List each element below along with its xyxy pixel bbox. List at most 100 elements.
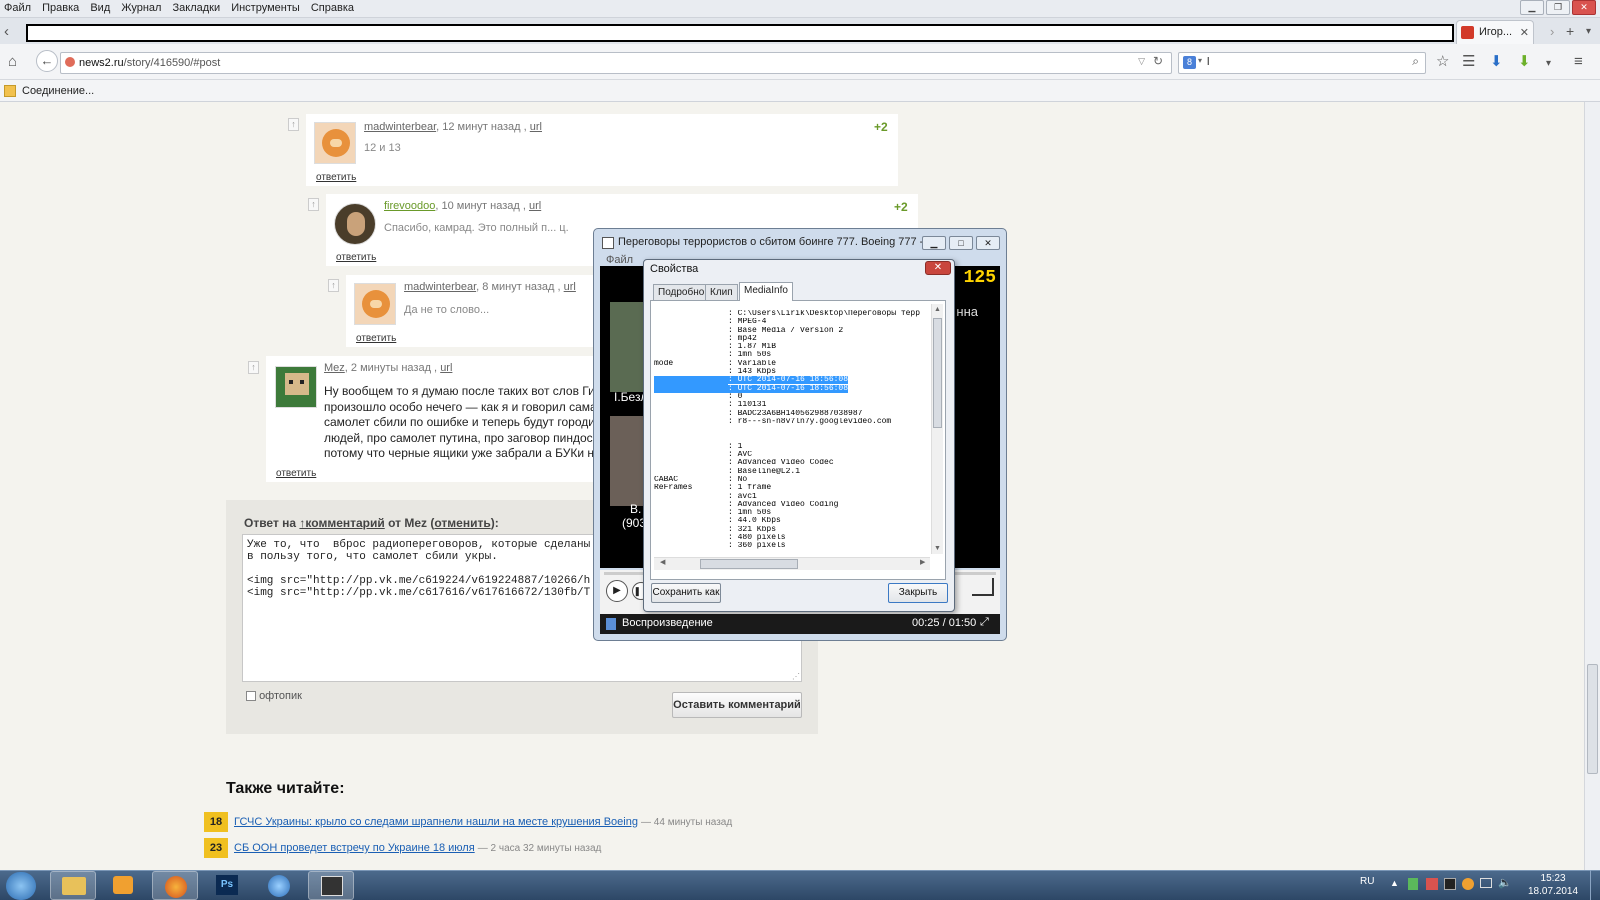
mediainfo-vscroll-thumb[interactable] bbox=[933, 318, 942, 428]
parent-comment-link[interactable]: ↑комментарий bbox=[299, 516, 384, 530]
search-input[interactable]: l bbox=[1207, 56, 1209, 68]
mediainfo-row[interactable]: : 480 pixels bbox=[654, 534, 930, 542]
mediainfo-row[interactable]: : UTC 2014-07-16 18:56:08 bbox=[654, 376, 930, 385]
addon-dropdown-icon[interactable]: ▾ bbox=[1546, 54, 1551, 74]
tab-clip[interactable]: Клип bbox=[705, 284, 738, 301]
comment-author[interactable]: madwinterbear bbox=[364, 121, 436, 133]
tab-details[interactable]: Подробно bbox=[653, 284, 710, 301]
bookmark-star-icon[interactable]: ☆ bbox=[1436, 52, 1449, 72]
downloads-icon[interactable]: ⬇ bbox=[1490, 52, 1503, 72]
mediainfo-row[interactable]: mode: Variable bbox=[654, 360, 930, 368]
taskbar-explorer[interactable] bbox=[50, 871, 96, 900]
taskbar-video-player[interactable] bbox=[308, 871, 354, 900]
parent-comment-arrow-icon[interactable]: ↑ bbox=[288, 118, 299, 131]
tray-app-icon[interactable] bbox=[1426, 878, 1438, 890]
mediainfo-row[interactable]: : 0 bbox=[654, 393, 930, 401]
mediainfo-hscroll-thumb[interactable] bbox=[700, 559, 798, 569]
parent-comment-arrow-icon[interactable]: ↑ bbox=[328, 279, 339, 292]
mediainfo-list[interactable]: : C:\Users\Lirik\Desktop\Переговоры терр… bbox=[654, 310, 930, 554]
search-engine-icon[interactable]: 8 bbox=[1183, 56, 1196, 69]
also-read-link[interactable]: СБ ООН проведет встречу по Украине 18 ию… bbox=[234, 842, 475, 854]
restore-button[interactable]: ❐ bbox=[1546, 0, 1570, 15]
save-as-button[interactable]: Сохранить как bbox=[651, 583, 721, 603]
mediainfo-row[interactable] bbox=[654, 426, 930, 434]
player-close-button[interactable]: ✕ bbox=[976, 236, 1000, 250]
back-icon[interactable]: ← bbox=[36, 50, 58, 72]
mediainfo-row[interactable]: CABAC: No bbox=[654, 476, 930, 484]
comment-url-link[interactable]: url bbox=[530, 121, 542, 133]
mediainfo-row[interactable]: ReFrames: 1 frame bbox=[654, 484, 930, 492]
taskbar-photoshop[interactable]: Ps bbox=[204, 871, 250, 900]
addon-icon[interactable]: ⬇ bbox=[1518, 52, 1531, 72]
cancel-reply-link[interactable]: отменить bbox=[434, 516, 490, 530]
bookmark-item[interactable]: Соединение... bbox=[22, 85, 94, 97]
fullscreen-icon[interactable]: ⤢ bbox=[980, 616, 989, 629]
mediainfo-row[interactable]: : 1mn 50s bbox=[654, 509, 930, 517]
close-dialog-button[interactable]: Закрыть bbox=[888, 583, 948, 603]
menu-bookmarks[interactable]: Закладки bbox=[169, 0, 225, 16]
mediainfo-row[interactable]: : 1.87 MiB bbox=[654, 343, 930, 351]
taskbar-network[interactable] bbox=[256, 871, 302, 900]
play-button[interactable]: ▶ bbox=[606, 580, 628, 602]
tab-mediainfo[interactable]: MediaInfo bbox=[739, 282, 793, 301]
mediainfo-row[interactable]: : 321 Kbps bbox=[654, 526, 930, 534]
menu-help[interactable]: Справка bbox=[307, 0, 358, 16]
tray-app-icon[interactable] bbox=[1408, 878, 1418, 890]
mediainfo-row[interactable]: : Advanced Video Codec bbox=[654, 459, 930, 467]
tray-app-icon[interactable] bbox=[1462, 878, 1474, 890]
mediainfo-row[interactable]: : MPEG-4 bbox=[654, 318, 930, 326]
comment-author[interactable]: Mez bbox=[324, 362, 345, 374]
url-dropdown-icon[interactable]: ▽ bbox=[1138, 56, 1145, 67]
tab-scroll-left-icon[interactable]: ‹ bbox=[4, 22, 9, 42]
dialog-close-button[interactable]: ✕ bbox=[925, 261, 951, 275]
taskbar-media[interactable] bbox=[100, 871, 146, 900]
volume-icon[interactable] bbox=[972, 578, 994, 596]
network-icon[interactable] bbox=[1480, 878, 1492, 888]
mediainfo-row[interactable]: : BADC23A6BH1405629887038987 bbox=[654, 410, 930, 418]
taskbar-firefox[interactable] bbox=[152, 871, 198, 900]
clock[interactable]: 15:23 18.07.2014 bbox=[1528, 872, 1578, 898]
resize-handle-icon[interactable]: ⋰ bbox=[792, 672, 800, 681]
tab-list-icon[interactable]: ▾ bbox=[1586, 22, 1591, 42]
submit-comment-button[interactable]: Оставить комментарий bbox=[672, 692, 802, 718]
mediainfo-row[interactable]: : 360 pixels bbox=[654, 542, 930, 550]
search-engine-dropdown-icon[interactable]: ▾ bbox=[1198, 56, 1202, 65]
tray-expand-icon[interactable]: ▲ bbox=[1390, 878, 1399, 888]
url-bar[interactable]: news2.ru/story/416590/#post ▽ ↻ bbox=[60, 52, 1172, 74]
menu-icon[interactable]: ≡ bbox=[1574, 52, 1583, 72]
comment-url-link[interactable]: url bbox=[440, 362, 452, 374]
tab-strip-input[interactable] bbox=[26, 24, 1454, 42]
offtopic-checkbox[interactable] bbox=[246, 691, 256, 702]
player-menu-file[interactable]: Файл bbox=[600, 254, 633, 266]
home-icon[interactable]: ⌂ bbox=[8, 52, 17, 72]
menu-file[interactable]: Файл bbox=[0, 0, 35, 16]
tab-close-icon[interactable]: ✕ bbox=[1520, 26, 1529, 39]
search-icon[interactable]: ⌕ bbox=[1412, 54, 1419, 69]
minimize-button[interactable]: ▁ bbox=[1520, 0, 1544, 15]
mediainfo-row[interactable]: : 1 bbox=[654, 443, 930, 451]
mediainfo-row[interactable]: : 1mn 50s bbox=[654, 351, 930, 359]
mediainfo-row[interactable]: : avc1 bbox=[654, 493, 930, 501]
scroll-right-icon[interactable]: ▶ bbox=[920, 558, 925, 566]
parent-comment-arrow-icon[interactable]: ↑ bbox=[308, 198, 319, 211]
reply-link[interactable]: ответить bbox=[336, 252, 376, 263]
tab-active[interactable]: Игор... ✕ bbox=[1456, 20, 1534, 44]
new-tab-icon[interactable]: + bbox=[1566, 21, 1574, 41]
comment-url-link[interactable]: url bbox=[564, 281, 576, 293]
menu-view[interactable]: Вид bbox=[86, 0, 114, 16]
comment-author[interactable]: madwinterbear bbox=[404, 281, 476, 293]
comment-url-link[interactable]: url bbox=[529, 200, 541, 212]
mediainfo-row[interactable]: : AVC bbox=[654, 451, 930, 459]
mediainfo-row[interactable]: : Base Media / Version 2 bbox=[654, 327, 930, 335]
tray-app-icon[interactable] bbox=[1444, 878, 1456, 890]
reply-link[interactable]: ответить bbox=[276, 468, 316, 479]
menu-edit[interactable]: Правка bbox=[38, 0, 83, 16]
menu-history[interactable]: Журнал bbox=[117, 0, 165, 16]
player-maximize-button[interactable]: □ bbox=[949, 236, 973, 250]
site-identity-icon[interactable] bbox=[65, 57, 75, 67]
mediainfo-row[interactable]: : 110131 bbox=[654, 401, 930, 409]
parent-comment-arrow-icon[interactable]: ↑ bbox=[248, 361, 259, 374]
mediainfo-row[interactable]: : Advanced Video Coding bbox=[654, 501, 930, 509]
mediainfo-row[interactable]: : 44.0 Kbps bbox=[654, 517, 930, 525]
comment-author[interactable]: firevoodoo bbox=[384, 200, 435, 212]
